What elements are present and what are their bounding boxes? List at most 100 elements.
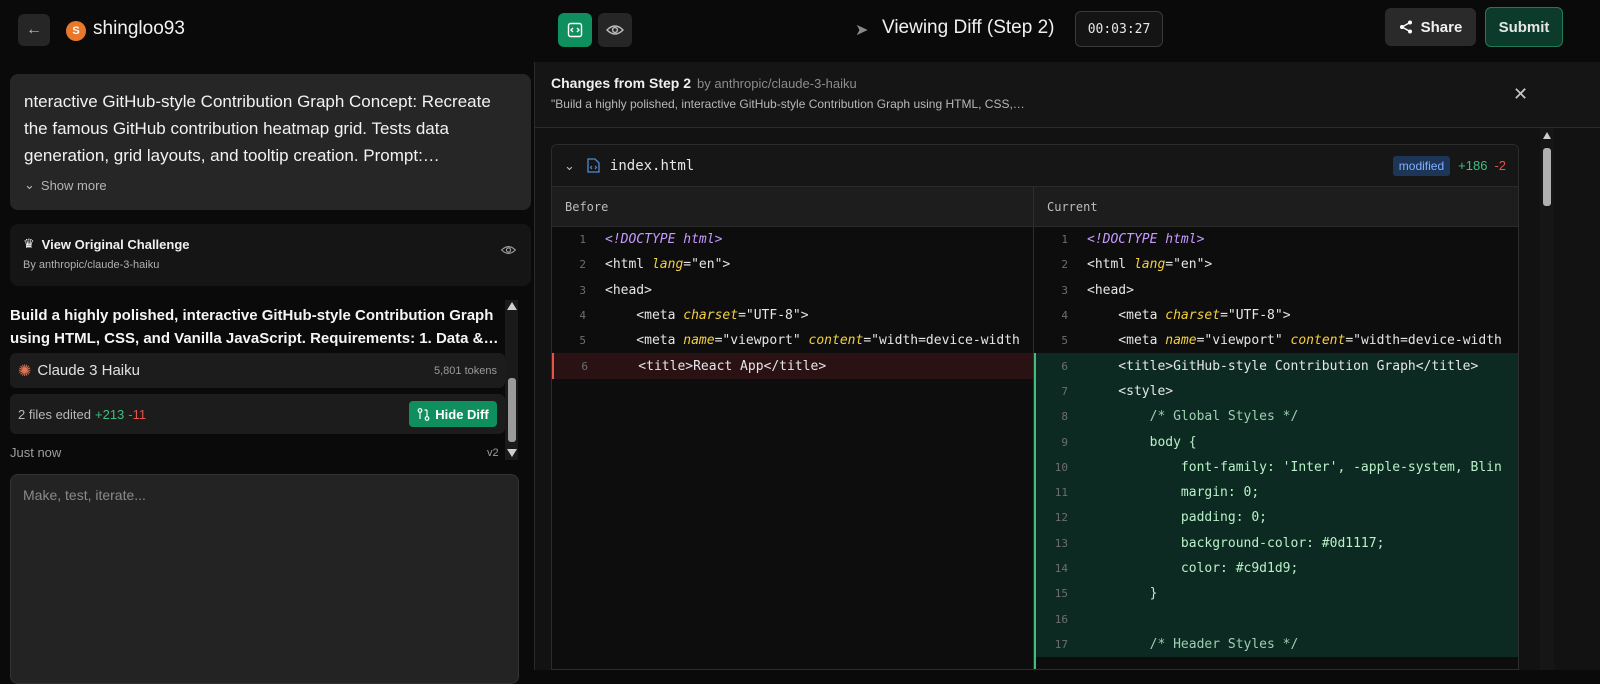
code-line: 2 <html lang="en"> [552, 252, 1033, 277]
original-challenge-title: View Original Challenge [41, 236, 190, 252]
diff-title: Changes from Step 2 [551, 75, 692, 91]
added-line: 10 font-family: 'Inter', -apple-system, … [1034, 454, 1518, 480]
line-number: 4 [1061, 309, 1068, 323]
code-line: 5 <meta name="viewport" content="width=d… [552, 328, 1033, 353]
timestamp: Just now [10, 445, 62, 460]
line-number: 5 [1061, 334, 1068, 348]
line-number: 9 [1061, 435, 1068, 449]
line-number: 10 [1054, 460, 1068, 474]
preview-view-button[interactable] [598, 13, 632, 47]
file-additions: +186 [1458, 158, 1488, 173]
line-number: 6 [581, 359, 588, 373]
line-number: 5 [579, 334, 586, 348]
files-deletions: -11 [128, 406, 147, 422]
line-number: 3 [579, 283, 586, 297]
added-line: 6 <title>GitHub-style Contribution Graph… [1034, 353, 1518, 379]
crown-icon: ♛ [23, 236, 35, 251]
line-number: 11 [1054, 486, 1068, 500]
line-number: 17 [1054, 637, 1068, 651]
code-line: 3 <head> [1034, 278, 1518, 303]
chat-panel: nteractive GitHub-style Contribution Gra… [0, 62, 545, 684]
files-edited-label: 2 files edited [18, 406, 91, 422]
diff-panel: Changes from Step 2 by anthropic/claude-3… [534, 62, 1600, 670]
step-prompt: Build a highly polished, interactive Git… [10, 307, 499, 347]
file-diff: ⌄ index.html modified +186 -2 Before Cur… [551, 144, 1519, 670]
current-pane: 1 <!DOCTYPE html> 2 <html lang="en"> 3 <hea… [1034, 227, 1518, 669]
line-number: 13 [1054, 536, 1068, 550]
code-view-button[interactable] [558, 13, 592, 47]
added-line: 8 /* Global Styles */ [1034, 404, 1518, 430]
eye-icon [606, 25, 624, 35]
model-card: ✺ Claude 3 Haiku 5,801 tokens [10, 353, 505, 388]
line-number: 2 [579, 258, 586, 272]
original-challenge-card[interactable]: ♛ View Original Challenge By anthropic/cl… [10, 224, 531, 286]
back-button[interactable]: ← [18, 14, 50, 46]
claude-logo-icon: ✺ [18, 362, 32, 380]
timer: 00:03:27 [1075, 11, 1163, 47]
model-name: Claude 3 Haiku [37, 362, 140, 379]
line-number: 6 [1061, 359, 1068, 373]
scroll-up-icon[interactable] [507, 302, 517, 310]
share-icon [1399, 20, 1412, 34]
diff-header: Changes from Step 2 by anthropic/claude-3… [535, 62, 1600, 128]
scroll-thumb[interactable] [1543, 148, 1551, 206]
rocket-icon: ➤ [855, 22, 869, 39]
chevron-down-icon: ⌄ [24, 177, 35, 192]
code-line: 5 <meta name="viewport" content="width=d… [1034, 328, 1518, 353]
code-line: 4 <meta charset="UTF-8"> [552, 303, 1033, 328]
line-number: 2 [1061, 258, 1068, 272]
files-additions: +213 [95, 406, 125, 422]
left-scrollbar[interactable] [505, 300, 518, 460]
token-count: 5,801 tokens [434, 364, 497, 377]
chevron-down-icon[interactable]: ⌄ [564, 158, 575, 174]
hide-diff-button[interactable]: Hide Diff [409, 401, 497, 427]
version-label: v2 [487, 447, 499, 459]
status-badge: modified [1392, 155, 1451, 176]
current-header: Current [1047, 199, 1098, 214]
code-line: 2 <html lang="en"> [1034, 252, 1518, 277]
share-button[interactable]: Share [1385, 8, 1476, 46]
diff-column-headers: Before Current [552, 187, 1518, 227]
code-line: 4 <meta charset="UTF-8"> [1034, 303, 1518, 328]
added-line: 13 background-color: #0d1117; [1034, 530, 1518, 556]
hide-diff-label: Hide Diff [435, 406, 489, 422]
file-code-icon [587, 158, 600, 173]
added-indicator [1034, 353, 1036, 669]
line-number: 16 [1054, 612, 1068, 626]
added-line: 11 margin: 0; [1034, 479, 1518, 506]
added-line: 15 } [1034, 581, 1518, 607]
original-challenge-author: By anthropic/claude-3-haiku [23, 259, 160, 271]
code-line: 3 <head> [552, 278, 1033, 303]
scroll-down-icon[interactable] [507, 449, 517, 457]
eye-icon[interactable] [500, 244, 517, 256]
top-bar: ← S shingloo93 ➤ Viewing Diff (Step 2) 0… [0, 0, 1600, 62]
file-deletions: -2 [1494, 158, 1506, 173]
line-number: 3 [1061, 283, 1068, 297]
line-number: 14 [1054, 562, 1068, 575]
show-more-button[interactable]: ⌄ Show more [24, 177, 517, 193]
file-header[interactable]: ⌄ index.html modified +186 -2 [552, 145, 1518, 187]
diff-author: by anthropic/claude-3-haiku [697, 76, 857, 91]
line-number: 4 [579, 309, 586, 323]
line-number: 1 [1061, 233, 1068, 247]
line-number: 8 [1061, 410, 1068, 424]
removed-line: 6 <title>React App</title> [552, 353, 1033, 379]
diff-icon [417, 407, 430, 421]
added-line: 16 [1034, 606, 1518, 632]
line-number: 7 [1061, 384, 1068, 398]
file-name: index.html [609, 157, 695, 174]
submit-button[interactable]: Submit [1485, 7, 1563, 47]
show-more-label: Show more [40, 177, 107, 193]
added-line: 14 color: #c9d1d9; [1034, 555, 1518, 582]
added-line: 17 /* Header Styles */ [1034, 631, 1518, 658]
added-line: 12 padding: 0; [1034, 505, 1518, 531]
prompt-card: nteractive GitHub-style Contribution Gra… [10, 74, 531, 210]
line-number: 1 [579, 233, 586, 247]
close-icon[interactable]: ✕ [1513, 84, 1528, 105]
scroll-thumb[interactable] [508, 378, 516, 442]
scroll-up-icon[interactable] [1543, 132, 1551, 139]
diff-scrollbar[interactable] [1540, 128, 1554, 670]
before-header: Before [552, 187, 1034, 226]
added-line: 7 <style> [1034, 378, 1518, 405]
prompt-input[interactable]: Make, test, iterate... [10, 474, 519, 684]
